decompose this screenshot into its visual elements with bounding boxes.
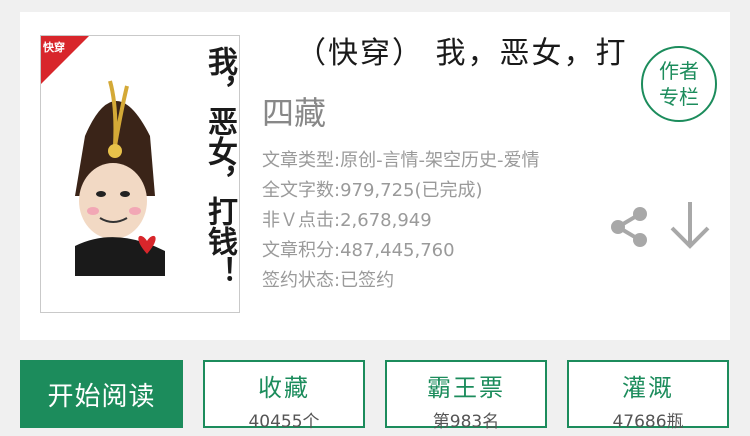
favorite-button[interactable]: 收藏 40455个 [203, 360, 365, 432]
author-column-button[interactable]: 作者 专栏 [641, 46, 717, 122]
meta-contract: 签约状态:已签约 [262, 270, 395, 291]
cover-calligraphy-title: 我，恶女，打钱！ [202, 46, 237, 286]
meta-word-count: 全文字数:979,725(已完成) [262, 180, 483, 201]
bawang-ticket-button[interactable]: 霸王票 第983名 [385, 360, 547, 432]
meta-clicks: 非Ｖ点击:2,678,949 [262, 210, 432, 231]
irrigate-count: 47686瓶 [612, 412, 684, 432]
favorite-count: 40455个 [248, 412, 320, 432]
author-column-line2: 专栏 [659, 85, 699, 109]
cover-character-illustration [75, 80, 165, 276]
irrigate-label: 灌溉 [622, 374, 674, 402]
start-reading-button[interactable]: 开始阅读 [20, 360, 183, 428]
book-cover[interactable]: 快穿 我，恶女，打钱！ [40, 35, 240, 313]
author-name[interactable]: 四藏 [262, 88, 326, 134]
irrigate-button[interactable]: 灌溉 47686瓶 [567, 360, 729, 432]
bawang-ticket-label: 霸王票 [427, 374, 505, 402]
meta-type: 文章类型:原创-言情-架空历史-爱情 [262, 150, 540, 171]
book-title: （快穿） 我，恶女，打 [296, 36, 628, 71]
book-meta: 文章类型:原创-言情-架空历史-爱情 全文字数:979,725(已完成) 非Ｖ点… [262, 146, 540, 296]
author-column-line1: 作者 [659, 59, 699, 83]
download-icon[interactable] [666, 198, 714, 254]
meta-score: 文章积分:487,445,760 [262, 240, 455, 261]
bawang-ticket-rank: 第983名 [432, 412, 500, 432]
cover-genre-tag: 快穿 [43, 41, 65, 54]
favorite-label: 收藏 [258, 374, 310, 402]
share-icon[interactable] [606, 204, 652, 250]
